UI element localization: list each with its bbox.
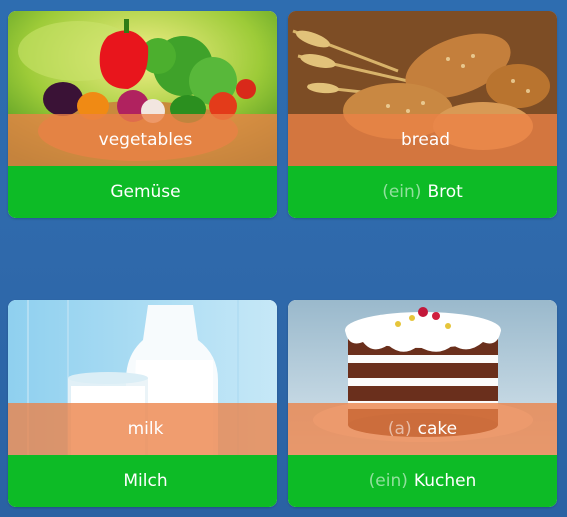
bread-image: bread <box>288 11 557 166</box>
flashcard-cake[interactable]: (a) cake (ein) Kuchen <box>288 300 557 507</box>
english-label: bread <box>288 114 557 166</box>
german-label[interactable]: Milch <box>8 455 277 507</box>
german-label[interactable]: (ein) Brot <box>288 166 557 218</box>
vegetables-image: vegetables <box>8 11 277 166</box>
german-word: Gemüse <box>110 182 181 202</box>
english-label: vegetables <box>8 114 277 166</box>
german-word: Brot <box>427 182 463 202</box>
flashcard-bread[interactable]: bread (ein) Brot <box>288 11 557 218</box>
german-label[interactable]: (ein) Kuchen <box>288 455 557 507</box>
cake-image: (a) cake <box>288 300 557 455</box>
english-article: (a) <box>387 419 412 439</box>
english-word: milk <box>127 419 164 439</box>
german-article: (ein) <box>382 182 422 202</box>
flashcard-vegetables[interactable]: vegetables Gemüse <box>8 11 277 218</box>
german-word: Kuchen <box>413 471 477 491</box>
english-label: milk <box>8 403 277 455</box>
german-label[interactable]: Gemüse <box>8 166 277 218</box>
english-word: cake <box>417 419 458 439</box>
milk-image: milk <box>8 300 277 455</box>
german-article: (ein) <box>368 471 408 491</box>
flashcard-milk[interactable]: milk Milch <box>8 300 277 507</box>
english-word: vegetables <box>98 130 193 150</box>
english-label: (a) cake <box>288 403 557 455</box>
english-word: bread <box>400 130 451 150</box>
german-word: Milch <box>123 471 168 491</box>
